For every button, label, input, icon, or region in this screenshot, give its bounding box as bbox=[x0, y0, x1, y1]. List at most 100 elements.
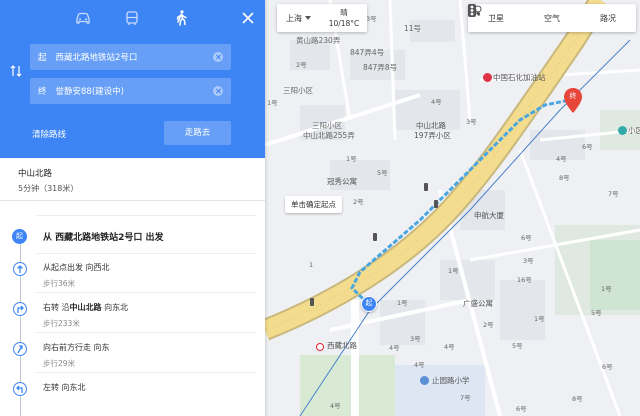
start-badge: 起 bbox=[12, 229, 27, 244]
tab-walking[interactable] bbox=[172, 9, 190, 27]
turn-right-icon bbox=[17, 305, 24, 313]
clear-route-link[interactable]: 清除路线 bbox=[32, 128, 66, 140]
map-label: 847弄8号 bbox=[363, 63, 398, 72]
map-label: 广盛公寓 bbox=[463, 299, 493, 308]
map-label: 2号 bbox=[296, 61, 307, 69]
traffic-light-icon bbox=[468, 4, 476, 17]
divider bbox=[36, 372, 256, 373]
divider bbox=[36, 292, 256, 293]
travel-mode-tabs bbox=[0, 0, 265, 36]
traffic-button[interactable]: 路况 bbox=[468, 4, 616, 24]
map-label: 三阳小区 bbox=[283, 86, 313, 95]
swap-button[interactable] bbox=[10, 64, 22, 78]
step-icon bbox=[13, 382, 27, 396]
step-distance: 步行36米 bbox=[43, 279, 76, 288]
map-label: 中山北路255弄 bbox=[303, 131, 355, 140]
city-name: 上海 bbox=[286, 13, 302, 23]
traffic-light-icon bbox=[310, 298, 314, 306]
list-item[interactable]: 左转 向东北 bbox=[0, 382, 265, 416]
satellite-button[interactable]: 卫星 bbox=[468, 4, 504, 24]
map-label: 止园路小学 bbox=[432, 376, 470, 385]
traffic-label: 路况 bbox=[600, 13, 616, 23]
divider bbox=[36, 215, 256, 216]
map-label: 申航大厦 bbox=[474, 211, 504, 220]
map-label: 5号 bbox=[591, 309, 602, 317]
end-input[interactable]: 终 誉静安88(建设中) bbox=[30, 78, 231, 104]
layer-toolbar: 卫星 空气 路况 bbox=[468, 4, 636, 32]
route-header: 起 西藏北路地铁站2号口 终 誉静安88(建设中) 清除路线 走路去 bbox=[0, 0, 265, 158]
map-label: 小区 bbox=[628, 126, 640, 135]
map-label: 3号 bbox=[366, 15, 377, 23]
step-text: 向右前方行走 向东 bbox=[43, 343, 110, 352]
map-label: 197弄小区 bbox=[414, 131, 451, 140]
map-label: 西藏北路 bbox=[327, 341, 357, 350]
map-tooltip: 单击确定起点 bbox=[285, 196, 342, 213]
route-road-name: 中山北路 bbox=[18, 169, 53, 179]
start-input[interactable]: 起 西藏北路地铁站2号口 bbox=[30, 44, 231, 70]
tab-driving[interactable] bbox=[74, 9, 92, 27]
end-marker[interactable]: 终 bbox=[563, 88, 583, 114]
step-distance: 步行233米 bbox=[43, 319, 80, 328]
map-label: 中山北路 bbox=[416, 121, 446, 130]
divider bbox=[36, 332, 256, 333]
walk-go-button[interactable]: 走路去 bbox=[164, 121, 231, 145]
tab-transit[interactable] bbox=[123, 9, 141, 27]
map-label: 1号 bbox=[601, 285, 612, 293]
list-item[interactable]: 向右前方行走 向东 步行29米 bbox=[0, 342, 265, 382]
route-summary[interactable]: 中山北路 5分钟（318米） bbox=[18, 167, 78, 194]
step-icon bbox=[13, 342, 27, 356]
map-label: 5号 bbox=[512, 342, 523, 350]
satellite-label: 卫星 bbox=[488, 13, 504, 23]
step-distance: 步行29米 bbox=[43, 359, 76, 368]
map-label: 1号 bbox=[534, 315, 545, 323]
walk-icon bbox=[176, 10, 187, 26]
clear-end-icon[interactable] bbox=[213, 86, 223, 96]
clear-start-icon[interactable] bbox=[213, 52, 223, 62]
map-label: 3号 bbox=[466, 118, 477, 126]
map-label: 4号 bbox=[444, 343, 455, 351]
map-label: 6号 bbox=[602, 363, 613, 371]
route-duration: 5分钟（318米） bbox=[18, 184, 79, 193]
map-label: 3号 bbox=[410, 335, 421, 343]
gas-station-icon bbox=[483, 73, 492, 82]
swap-icon bbox=[10, 65, 22, 77]
end-tag: 终 bbox=[38, 87, 47, 97]
map-label: 三阳小区 bbox=[312, 121, 342, 130]
turn-left-icon bbox=[16, 385, 23, 393]
map-label: 6号 bbox=[582, 143, 593, 151]
map-label: 1号 bbox=[346, 155, 357, 163]
close-button[interactable] bbox=[241, 11, 255, 25]
city-selector[interactable]: 上海 bbox=[277, 13, 321, 24]
start-marker[interactable]: 起 bbox=[361, 296, 377, 312]
traffic-light-icon bbox=[373, 233, 377, 241]
list-item[interactable]: 右转 沿中山北路 向东北 步行233米 bbox=[0, 302, 265, 342]
map-label: 6号 bbox=[521, 234, 532, 242]
traffic-light-icon bbox=[424, 183, 428, 191]
traffic-light-icon bbox=[434, 200, 438, 208]
route-inputs: 起 西藏北路地铁站2号口 终 誉静安88(建设中) bbox=[30, 44, 231, 112]
map-label: 中国石化加油站 bbox=[493, 73, 546, 82]
map-label: 1号 bbox=[397, 299, 408, 307]
map-label: 4号 bbox=[330, 402, 341, 410]
bear-right-icon bbox=[17, 345, 23, 354]
map-label: 5号 bbox=[377, 169, 388, 177]
start-tag: 起 bbox=[38, 53, 47, 63]
bus-icon bbox=[126, 11, 138, 25]
map-label: 1号 bbox=[448, 267, 459, 275]
map-label: 黄山路230弄 bbox=[296, 36, 341, 45]
list-item[interactable]: 从起点出发 向西北 步行36米 bbox=[0, 262, 265, 302]
map-label: 7号 bbox=[460, 394, 471, 402]
route-panel: 起 西藏北路地铁站2号口 终 誉静安88(建设中) 清除路线 走路去 中山北路 … bbox=[0, 0, 265, 416]
route-steps: 起 从 西藏北路地铁站2号口 出发 从起点出发 向西北 步行36米 右转 沿中山… bbox=[0, 212, 265, 416]
map-label: 11号 bbox=[404, 24, 422, 33]
step-text: 右转 沿中山北路 向东北 bbox=[43, 303, 129, 312]
map-label: 1 bbox=[309, 261, 314, 269]
start-value: 西藏北路地铁站2号口 bbox=[55, 53, 138, 63]
map-label: 4号 bbox=[556, 155, 567, 163]
air-button[interactable]: 空气 bbox=[468, 5, 560, 24]
step-text: 从起点出发 向西北 bbox=[43, 263, 110, 272]
caret-down-icon bbox=[305, 16, 311, 20]
arrow-up-icon bbox=[17, 265, 23, 273]
end-marker-label: 终 bbox=[569, 92, 577, 100]
close-icon bbox=[242, 12, 254, 24]
